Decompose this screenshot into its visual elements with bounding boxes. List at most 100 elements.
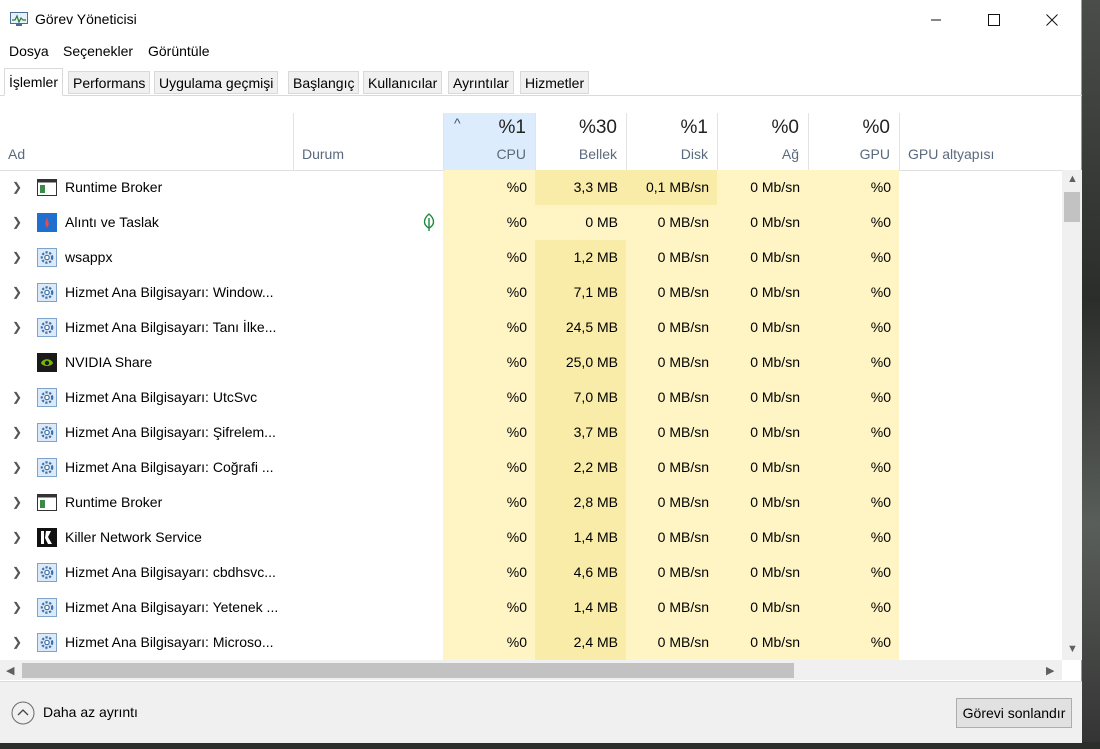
network-value: 0 Mb/sn <box>750 249 800 265</box>
chevron-right-icon[interactable]: ❯ <box>10 205 24 240</box>
chevron-right-icon[interactable]: ❯ <box>10 240 24 275</box>
chevron-right-icon[interactable]: ❯ <box>10 590 24 625</box>
minimize-icon <box>931 19 941 21</box>
table-row[interactable]: NVIDIA Share %0 25,0 MB 0 MB/sn 0 Mb/sn %0 <box>0 345 1062 380</box>
memory-value: 2,4 MB <box>573 634 618 650</box>
menu-file[interactable]: Dosya <box>9 43 49 59</box>
disk-total: %1 <box>680 117 708 138</box>
network-value: 0 Mb/sn <box>750 634 800 650</box>
leaf-icon <box>421 212 437 235</box>
tab-processes[interactable]: İşlemler <box>4 68 64 96</box>
disk-value: 0 MB/sn <box>657 284 709 300</box>
table-row[interactable]: ❯ Hizmet Ana Bilgisayarı: Tanı İlke... %0 2… <box>0 310 1062 345</box>
chevron-right-icon[interactable]: ❯ <box>10 520 24 555</box>
gpu-value: %0 <box>870 564 891 580</box>
table-row[interactable]: ❯ Hizmet Ana Bilgisayarı: Yetenek ... %0 1,… <box>0 590 1062 625</box>
process-name: Hizmet Ana Bilgisayarı: Yetenek ... <box>65 599 279 615</box>
disk-value: 0 MB/sn <box>657 249 709 265</box>
disk-value: 0 MB/sn <box>657 354 709 370</box>
chevron-right-icon[interactable]: ❯ <box>10 450 24 485</box>
process-list: ❯ Runtime Broker %0 3,3 MB 0,1 MB/sn 0 Mb/sn%… <box>0 170 1062 660</box>
table-row[interactable]: ❯ wsappx %0 1,2 MB 0 MB/sn 0 Mb/sn %0 <box>0 240 1062 275</box>
process-name: Runtime Broker <box>65 179 163 195</box>
menu-options[interactable]: Seçenekler <box>63 43 133 59</box>
column-header-memory[interactable]: %30 Bellek <box>535 113 626 170</box>
column-header-gpu[interactable]: %0 GPU <box>808 113 899 170</box>
vertical-scroll-thumb[interactable] <box>1064 192 1080 222</box>
cpu-value: %0 <box>506 284 527 300</box>
tab-users[interactable]: Kullanıcılar <box>363 71 443 94</box>
disk-value: 0 MB/sn <box>657 564 709 580</box>
table-row[interactable]: ❯ Hizmet Ana Bilgisayarı: Microso... %0 2,4… <box>0 625 1062 660</box>
chevron-right-icon[interactable]: ❯ <box>10 625 24 660</box>
table-row[interactable]: ❯ Runtime Broker %0 3,3 MB 0,1 MB/sn 0 Mb/sn%… <box>0 170 1062 205</box>
minimize-button[interactable] <box>906 0 966 40</box>
tab-app-history[interactable]: Uygulama geçmişi <box>154 71 279 94</box>
table-row[interactable]: ❯ Hizmet Ana Bilgisayarı: cbdhsvc... %0 4,6… <box>0 555 1062 590</box>
network-value: 0 Mb/sn <box>750 179 800 195</box>
table-row[interactable]: ❯ Hizmet Ana Bilgisayarı: UtcSvc %0 7,0 MB 0… <box>0 380 1062 415</box>
menu-view[interactable]: Görüntüle <box>148 43 209 59</box>
column-header-status[interactable]: Durum <box>293 113 443 170</box>
gpu-total: %0 <box>862 117 890 138</box>
network-label: Ağ <box>781 146 799 162</box>
chevron-right-icon[interactable]: ❯ <box>10 380 24 415</box>
memory-value: 7,1 MB <box>573 284 618 300</box>
column-header-disk[interactable]: %1 Disk <box>626 113 717 170</box>
chevron-up-circle-icon[interactable] <box>11 701 35 728</box>
column-header-cpu[interactable]: ^ %1 CPU <box>443 113 535 170</box>
process-name: Hizmet Ana Bilgisayarı: Coğrafi ... <box>65 459 274 475</box>
table-row[interactable]: ❯ Alıntı ve Taslak %0 0 MB 0 MB/sn 0 Mb/sn %0 <box>0 205 1062 240</box>
gpu-value: %0 <box>870 599 891 615</box>
gpu-value: %0 <box>870 179 891 195</box>
table-row[interactable]: ❯ Runtime Broker %0 2,8 MB 0 MB/sn 0 Mb/sn %0 <box>0 485 1062 520</box>
tab-details[interactable]: Ayrıntılar <box>448 71 514 94</box>
network-value: 0 Mb/sn <box>750 529 800 545</box>
footer: Daha az ayrıntı Görevi sonlandır <box>0 681 1082 743</box>
scroll-down-icon[interactable]: ▼ <box>1067 643 1078 655</box>
gpu-value: %0 <box>870 249 891 265</box>
chevron-right-icon[interactable]: ❯ <box>10 275 24 310</box>
gpu-label: GPU <box>859 146 890 162</box>
close-button[interactable] <box>1022 0 1082 40</box>
table-row[interactable]: ❯ Hizmet Ana Bilgisayarı: Window... %0 7,1 … <box>0 275 1062 310</box>
memory-label: Bellek <box>578 146 617 162</box>
process-name: Hizmet Ana Bilgisayarı: Window... <box>65 284 274 300</box>
end-task-button[interactable]: Görevi sonlandır <box>956 698 1072 728</box>
scroll-up-icon[interactable]: ▲ <box>1067 173 1078 185</box>
table-row[interactable]: ❯ Hizmet Ana Bilgisayarı: Coğrafi ... %0 2,… <box>0 450 1062 485</box>
runtime-broker-icon <box>37 493 57 512</box>
chevron-right-icon[interactable]: ❯ <box>10 555 24 590</box>
chevron-right-icon[interactable]: ❯ <box>10 310 24 345</box>
chevron-right-icon[interactable]: ❯ <box>10 170 24 205</box>
maximize-button[interactable] <box>964 0 1024 40</box>
table-row[interactable]: ❯ Killer Network Service %0 1,4 MB 0 MB/sn 0 … <box>0 520 1062 555</box>
process-name: Hizmet Ana Bilgisayarı: UtcSvc <box>65 389 258 405</box>
chevron-right-icon[interactable]: ❯ <box>10 485 24 520</box>
tab-services[interactable]: Hizmetler <box>520 71 590 94</box>
chevron-right-icon[interactable]: ❯ <box>10 415 24 450</box>
desktop-background <box>1082 0 1100 749</box>
tab-performance[interactable]: Performans <box>68 71 151 94</box>
column-header-network[interactable]: %0 Ağ <box>717 113 808 170</box>
vertical-scrollbar[interactable] <box>1062 170 1082 660</box>
killer-icon <box>37 528 57 547</box>
scroll-left-icon[interactable]: ◀ <box>6 664 14 677</box>
tab-startup[interactable]: Başlangıç <box>288 71 360 94</box>
horizontal-scroll-thumb[interactable] <box>22 663 794 678</box>
scroll-right-icon[interactable]: ▶ <box>1046 664 1054 677</box>
gpu-value: %0 <box>870 459 891 475</box>
gear-icon <box>37 388 57 407</box>
column-header-name[interactable]: Ad <box>0 113 293 170</box>
memory-value: 1,4 MB <box>573 529 618 545</box>
network-value: 0 Mb/sn <box>750 214 800 230</box>
disk-value: 0,1 MB/sn <box>626 170 717 205</box>
memory-value: 2,8 MB <box>573 494 618 510</box>
window-title: Görev Yöneticisi <box>35 11 137 27</box>
table-row[interactable]: ❯ Hizmet Ana Bilgisayarı: Şifrelem... %0 3,… <box>0 415 1062 450</box>
cpu-label: CPU <box>496 146 526 162</box>
cpu-value: %0 <box>506 599 527 615</box>
gpu-value: %0 <box>870 424 891 440</box>
column-header-gpu-engine[interactable]: GPU altyapısı <box>899 113 1062 170</box>
less-details-link[interactable]: Daha az ayrıntı <box>43 704 138 720</box>
